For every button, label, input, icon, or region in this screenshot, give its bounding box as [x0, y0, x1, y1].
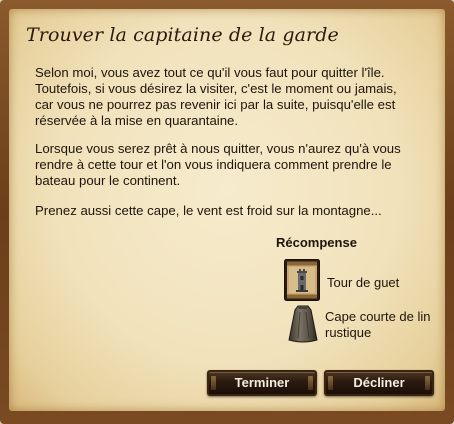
cape-icon[interactable] — [286, 304, 320, 344]
quest-title: Trouver la capitaine de la garde — [26, 24, 339, 46]
quest-text-paragraph-3: Prenez aussi cette cape, le vent est fro… — [35, 203, 382, 218]
quest-text-paragraph-1: Selon moi, vous avez tout ce qu'il vous … — [35, 65, 397, 128]
finish-button[interactable]: Terminer — [207, 370, 317, 396]
reward-item-label: Cape courte de lin rustique — [325, 309, 431, 340]
watchtower-scroll-icon[interactable] — [284, 259, 320, 301]
quest-text-paragraph-2: Lorsque vous serez prêt à nous quitter, … — [35, 141, 401, 188]
reward-heading: Récompense — [276, 235, 357, 250]
reward-item-label: Tour de guet — [327, 275, 400, 290]
decline-button[interactable]: Décliner — [324, 370, 434, 396]
